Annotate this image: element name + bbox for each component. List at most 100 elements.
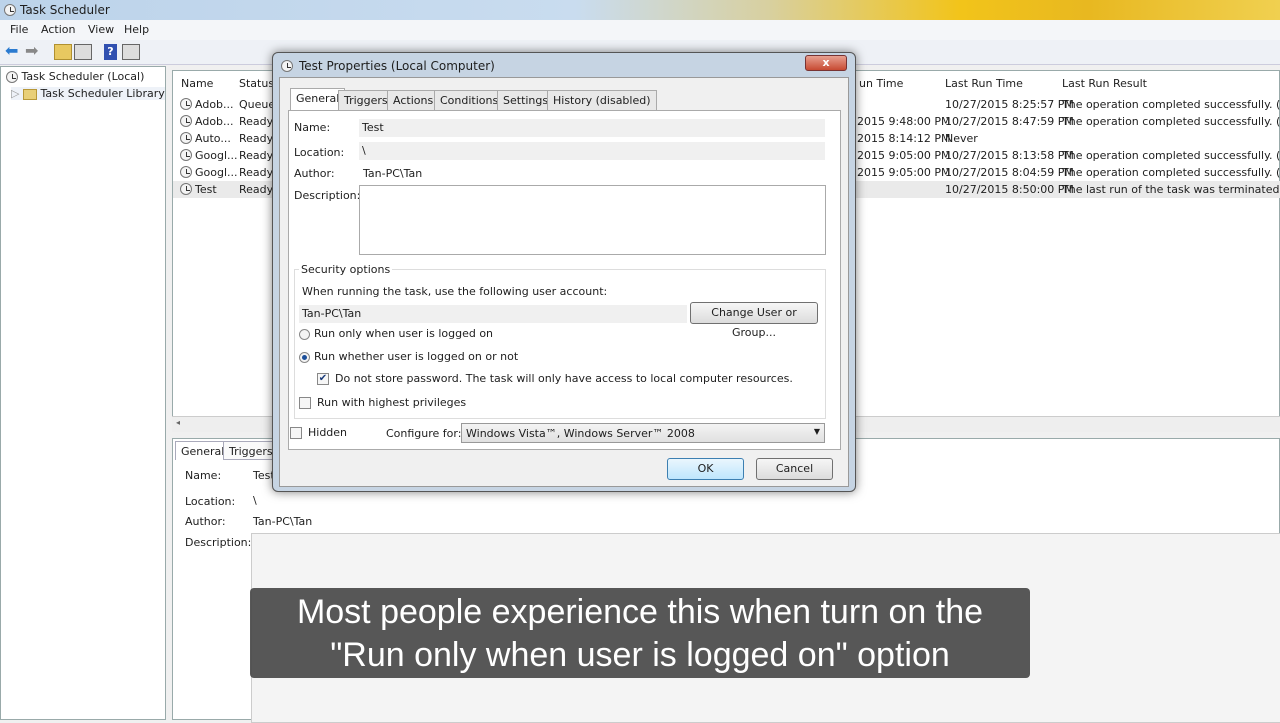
tab-triggers[interactable]: Triggers	[223, 441, 279, 460]
cell-name: Googl...	[195, 149, 238, 162]
cell-last: 10/27/2015 8:25:57 PM	[945, 98, 1074, 111]
column-header-result[interactable]: Last Run Result	[1062, 77, 1147, 90]
cell-next: 2015 9:05:00 PM	[857, 149, 951, 162]
back-arrow-icon[interactable]: ⬅	[5, 43, 23, 60]
task-clock-icon	[180, 98, 192, 110]
radio-run-whether-logged-on[interactable]: Run whether user is logged on or not	[299, 350, 518, 363]
cell-result: The operation completed successfully. (0…	[1062, 115, 1280, 128]
user-account-field: Tan-PC\Tan	[299, 305, 687, 323]
change-user-button[interactable]: Change User or Group...	[690, 302, 818, 339]
radio-selected-icon[interactable]	[299, 351, 310, 363]
cell-status: Queue	[239, 98, 276, 111]
task-scheduler-icon	[4, 4, 16, 16]
column-header-next-run[interactable]: un Time	[859, 77, 903, 90]
cell-next: 2015 9:05:00 PM	[857, 166, 951, 179]
radio-label: Run whether user is logged on or not	[314, 350, 519, 363]
tab-settings[interactable]: Settings	[497, 90, 555, 110]
configure-for-select[interactable]: Windows Vista™, Windows Server™ 2008 ▼	[461, 423, 825, 443]
forward-arrow-icon[interactable]: ➡	[25, 43, 43, 60]
tree-root[interactable]: Task Scheduler (Local)	[6, 70, 144, 83]
close-button[interactable]: x	[805, 55, 847, 71]
task-clock-icon	[180, 166, 192, 178]
expand-arrow-icon[interactable]: ▷	[11, 87, 19, 100]
cell-last: 10/27/2015 8:13:58 PM	[945, 149, 1074, 162]
column-header-name[interactable]: Name	[181, 77, 213, 90]
cell-name: Auto...	[195, 132, 231, 145]
tab-triggers[interactable]: Triggers	[338, 90, 394, 110]
task-clock-icon	[180, 132, 192, 144]
highest-privileges-checkbox[interactable]: Run with highest privileges	[299, 396, 466, 409]
author-value: Tan-PC\Tan	[363, 167, 423, 180]
cell-result: The operation completed successfully. (0…	[1062, 149, 1280, 162]
tree-item-library[interactable]: ▷ Task Scheduler Library	[11, 87, 165, 100]
menu-view[interactable]: View	[88, 23, 114, 36]
cell-name: Adob...	[195, 115, 234, 128]
location-value: \	[253, 494, 257, 507]
hidden-checkbox[interactable]: Hidden	[290, 426, 347, 439]
menu-action[interactable]: Action	[41, 23, 75, 36]
menu-file[interactable]: File	[10, 23, 28, 36]
configure-for-label: Configure for:	[386, 427, 462, 440]
description-input[interactable]	[359, 185, 826, 255]
column-header-last-run[interactable]: Last Run Time	[945, 77, 1023, 90]
cell-last: 10/27/2015 8:50:00 PM	[945, 183, 1074, 196]
description-label: Description:	[294, 189, 361, 202]
radio-icon[interactable]	[299, 328, 310, 340]
cell-last: 10/27/2015 8:04:59 PM	[945, 166, 1074, 179]
dialog-body: General Triggers Actions Conditions Sett…	[279, 77, 849, 487]
name-label: Name:	[185, 469, 222, 482]
cell-last: 10/27/2015 8:47:59 PM	[945, 115, 1074, 128]
task-clock-icon	[180, 115, 192, 127]
location-label: Location:	[294, 146, 345, 159]
menu-bar: File Action View Help	[0, 20, 1280, 40]
show-hide-action-pane-icon[interactable]	[122, 44, 140, 60]
checkbox-label: Do not store password. The task will onl…	[335, 372, 793, 385]
checkbox-icon[interactable]	[299, 397, 311, 409]
radio-run-only-logged-on[interactable]: Run only when user is logged on	[299, 327, 493, 340]
tree-item-label: Task Scheduler Library	[40, 87, 165, 100]
location-label: Location:	[185, 495, 236, 508]
description-label: Description:	[185, 536, 252, 549]
checkbox-label: Run with highest privileges	[317, 396, 467, 409]
show-hide-console-tree-icon[interactable]	[74, 44, 92, 60]
menu-help[interactable]: Help	[124, 23, 149, 36]
do-not-store-password-checkbox[interactable]: ✔ Do not store password. The task will on…	[317, 372, 793, 385]
cell-name: Test	[195, 183, 217, 196]
console-tree: Task Scheduler (Local) ▷ Task Scheduler …	[0, 66, 166, 720]
task-clock-icon	[180, 149, 192, 161]
cell-next: 2015 9:48:00 PM	[857, 115, 951, 128]
cell-status: Ready	[239, 115, 274, 128]
general-panel: Name: Test Location: \ Author: Tan-PC\Ta…	[288, 110, 841, 450]
scroll-left-icon[interactable]: ◂	[176, 418, 180, 427]
ok-button[interactable]: OK	[667, 458, 744, 480]
tab-actions[interactable]: Actions	[387, 90, 440, 110]
cell-status: Ready	[239, 132, 274, 145]
cell-result: The operation completed successfully. (0…	[1062, 98, 1280, 111]
caption-line-1: Most people experience this when turn on…	[296, 593, 984, 631]
author-value: Tan-PC\Tan	[253, 515, 313, 528]
cell-status: Ready	[239, 183, 274, 196]
name-label: Name:	[294, 121, 331, 134]
tab-history[interactable]: History (disabled)	[547, 90, 657, 110]
cell-status: Ready	[239, 166, 274, 179]
column-header-status[interactable]: Status	[239, 77, 274, 90]
name-field[interactable]: Test	[359, 119, 825, 137]
task-clock-icon	[180, 183, 192, 195]
cell-last: Never	[945, 132, 978, 145]
radio-label: Run only when user is logged on	[314, 327, 494, 340]
account-prompt: When running the task, use the following…	[302, 285, 608, 298]
folder-icon	[22, 88, 37, 100]
help-icon[interactable]: ?	[104, 44, 117, 60]
app-title: Task Scheduler	[20, 3, 110, 17]
folder-up-icon[interactable]	[54, 44, 72, 60]
checkbox-icon[interactable]	[290, 427, 302, 439]
checkmark-icon[interactable]: ✔	[317, 373, 329, 385]
tree-root-label: Task Scheduler (Local)	[21, 70, 145, 83]
tab-conditions[interactable]: Conditions	[434, 90, 505, 110]
author-label: Author:	[185, 515, 226, 528]
caption-line-2: "Run only when user is logged on" option	[330, 636, 950, 674]
dialog-title: Test Properties (Local Computer)	[299, 59, 495, 73]
dropdown-arrow-icon: ▼	[813, 427, 820, 436]
configure-for-value: Windows Vista™, Windows Server™ 2008	[466, 427, 695, 440]
cancel-button[interactable]: Cancel	[756, 458, 833, 480]
